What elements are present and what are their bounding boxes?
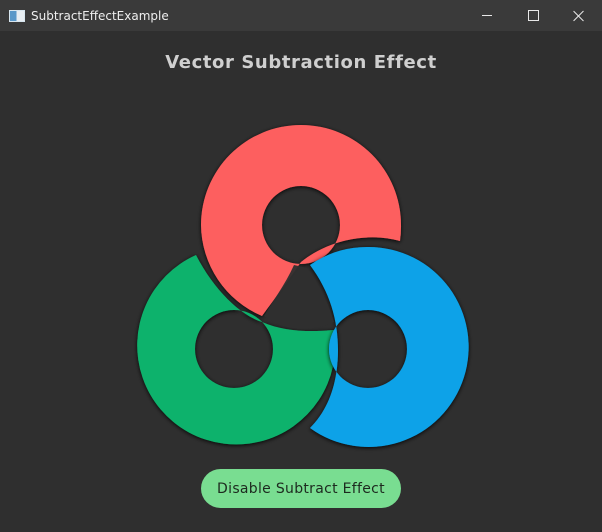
- app-window: SubtractEffectExample Vector Subtraction…: [0, 0, 602, 532]
- blue-ring: [310, 246, 469, 447]
- subtraction-artwork: [137, 125, 469, 447]
- toggle-subtract-button[interactable]: Disable Subtract Effect: [201, 469, 401, 508]
